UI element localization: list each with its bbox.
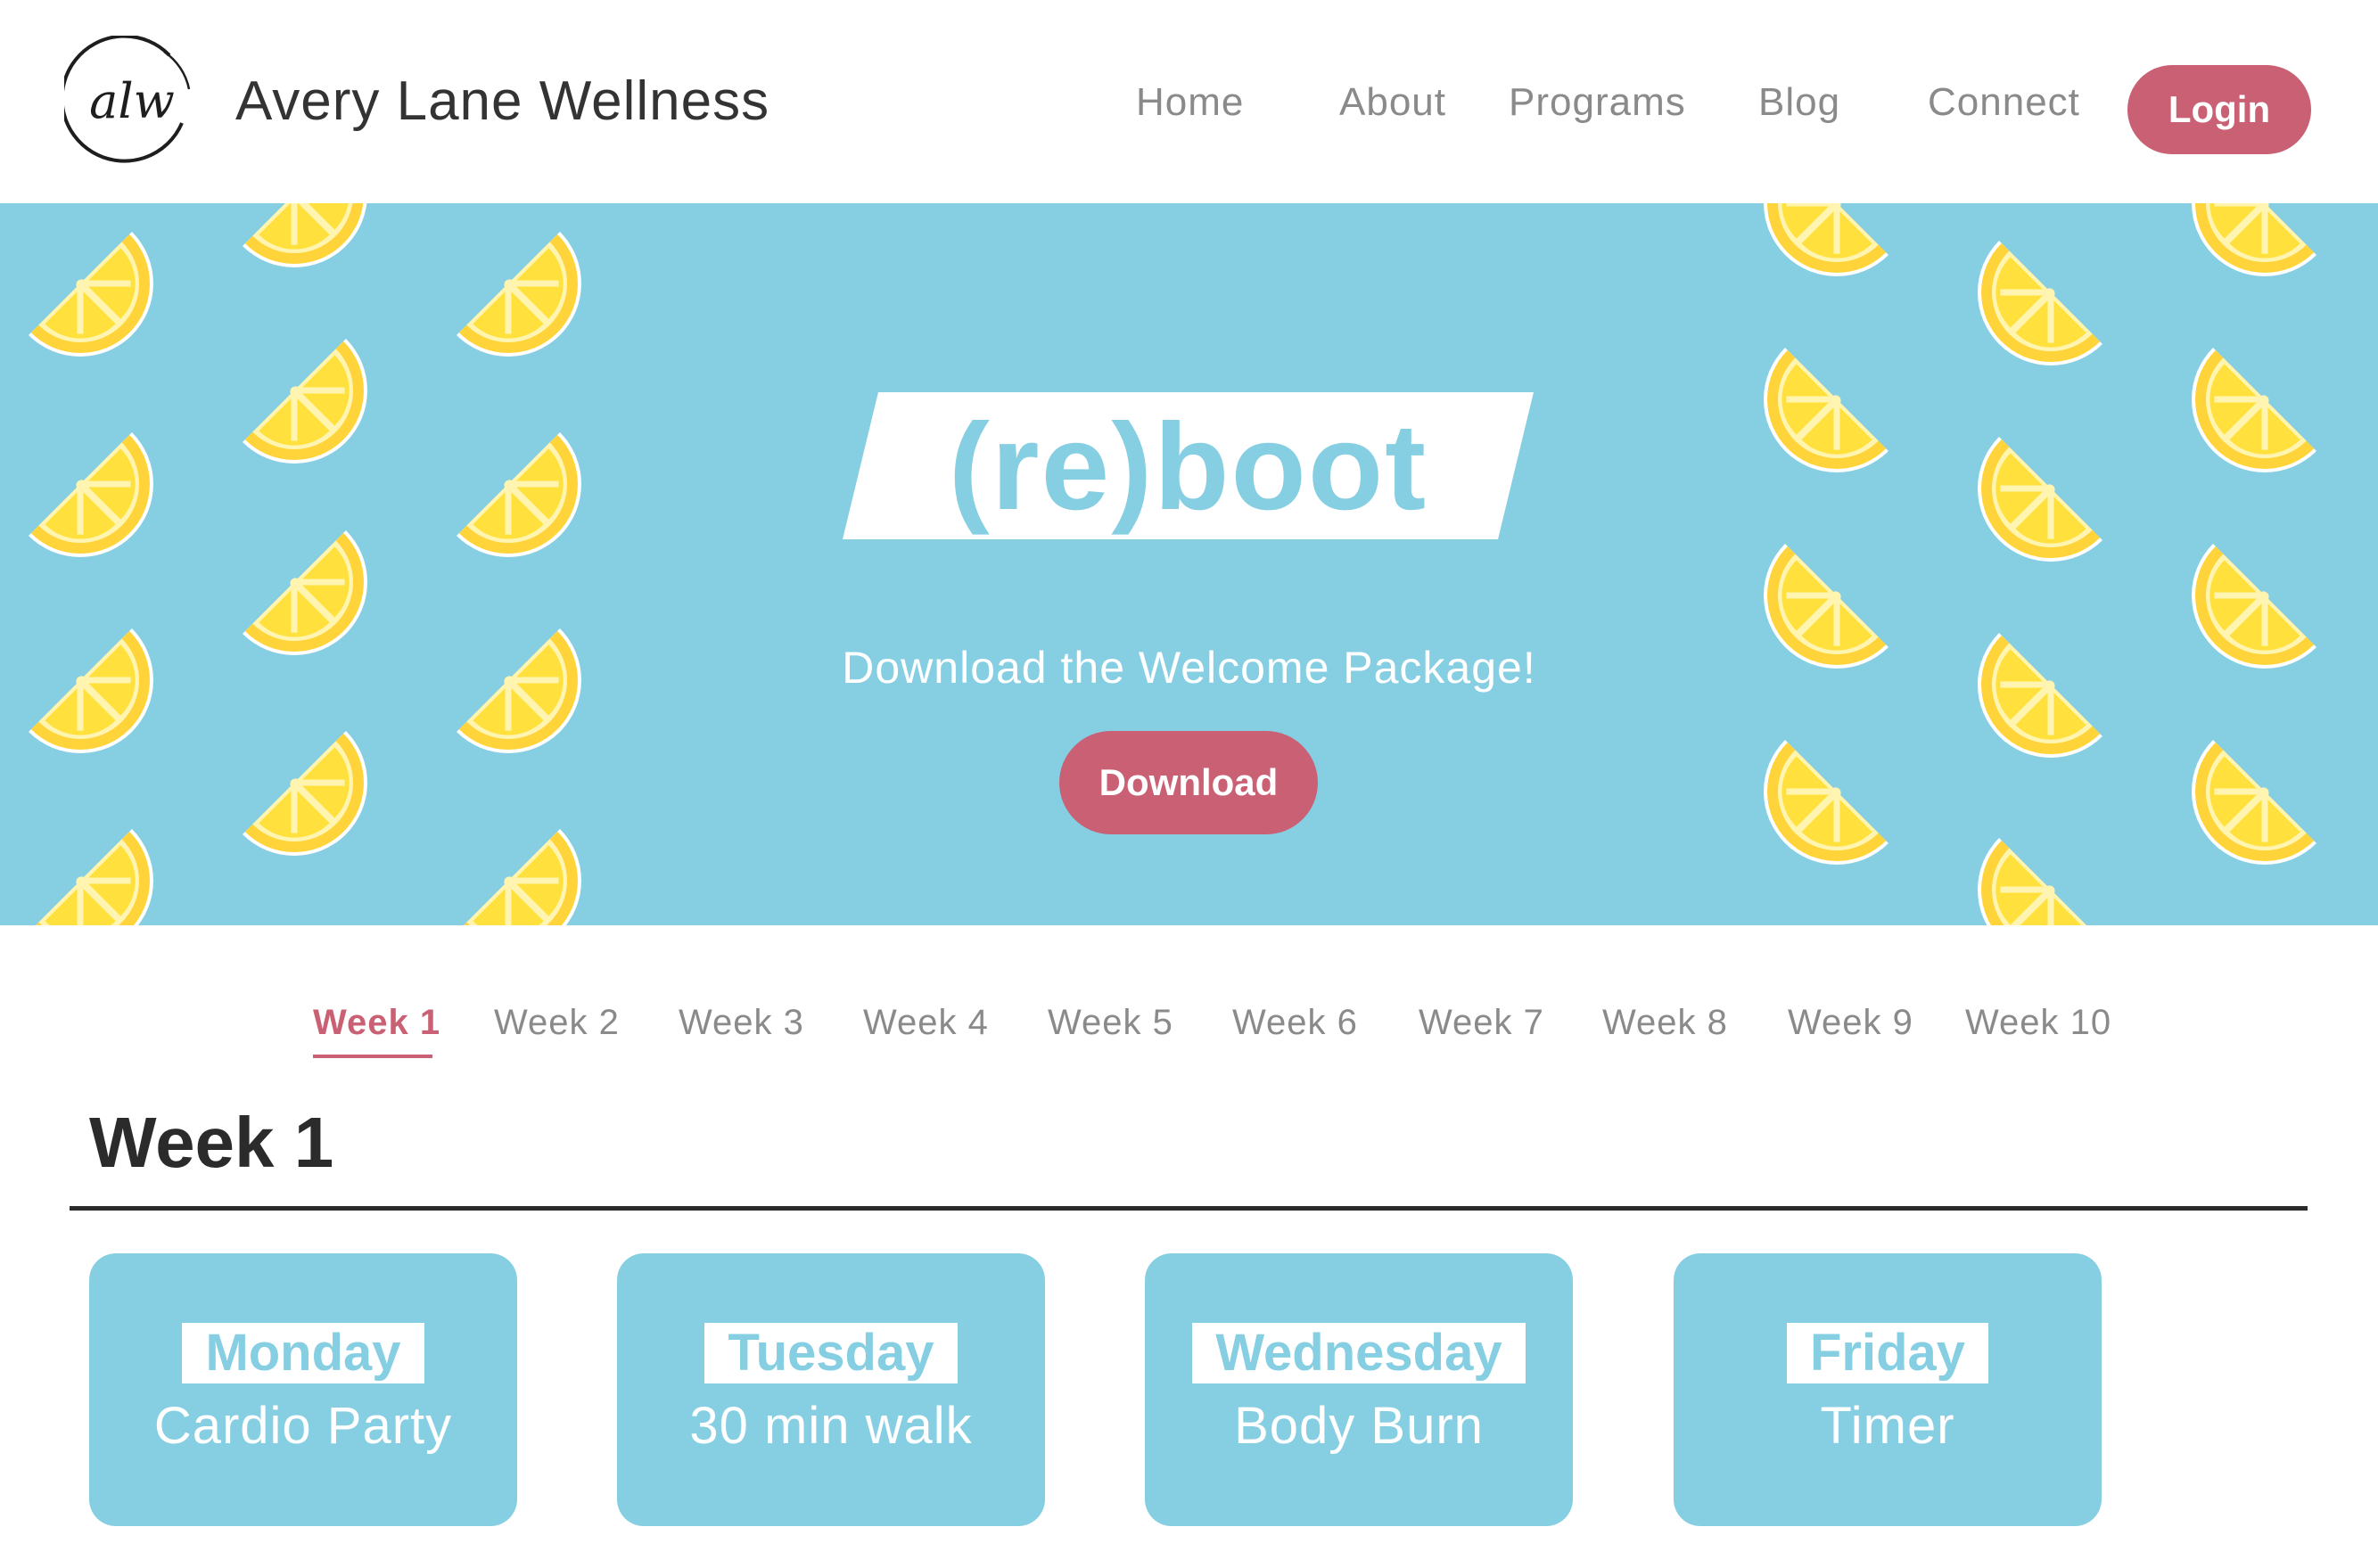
- day-label: Monday: [182, 1323, 424, 1383]
- tab-week-10[interactable]: Week 10: [1965, 1003, 2111, 1043]
- nav-connect[interactable]: Connect: [1928, 80, 2080, 125]
- tab-week-4[interactable]: Week 4: [863, 1003, 989, 1043]
- tab-week-3[interactable]: Week 3: [679, 1003, 804, 1043]
- lemon-slice-icon: [1733, 737, 1891, 895]
- lemon-slice-icon: [1947, 434, 2105, 592]
- nav-about[interactable]: About: [1339, 80, 1446, 125]
- tab-week-1[interactable]: Week 1: [313, 1003, 440, 1043]
- tab-week-7[interactable]: Week 7: [1419, 1003, 1544, 1043]
- nav-home[interactable]: Home: [1136, 80, 1244, 125]
- day-card-monday[interactable]: Monday Cardio Party: [89, 1253, 517, 1526]
- day-label: Wednesday: [1192, 1323, 1526, 1383]
- login-button[interactable]: Login: [2127, 65, 2311, 154]
- day-label: Tuesday: [704, 1323, 958, 1383]
- site-header: alw Avery Lane Wellness Home About Progr…: [0, 0, 2378, 203]
- lemon-slice-icon: [1733, 203, 1891, 307]
- hero-banner: (re)boot Download the Welcome Package! D…: [0, 203, 2378, 925]
- lemon-slice-icon: [2161, 345, 2319, 503]
- day-label: Friday: [1786, 1323, 1989, 1383]
- day-workout: 30 min walk: [689, 1397, 973, 1455]
- lemon-slice-icon: [2161, 203, 2319, 307]
- lemon-slice-icon: [1733, 345, 1891, 503]
- lemon-slice-icon: [454, 430, 612, 587]
- hero-subtitle: Download the Welcome Package!: [842, 643, 1536, 693]
- lemon-slice-icon: [240, 203, 398, 298]
- lemon-slice-icon: [26, 229, 184, 387]
- lemon-slice-icon: [1947, 238, 2105, 396]
- download-button[interactable]: Download: [1059, 731, 1318, 834]
- tab-week-9[interactable]: Week 9: [1788, 1003, 1913, 1043]
- section-divider: [70, 1206, 2308, 1211]
- nav-programs[interactable]: Programs: [1509, 80, 1686, 125]
- tab-week-8[interactable]: Week 8: [1602, 1003, 1728, 1043]
- active-tab-indicator: [313, 1055, 432, 1058]
- tab-week-2[interactable]: Week 2: [494, 1003, 620, 1043]
- lemon-slice-icon: [26, 430, 184, 587]
- hero-title: (re)boot: [948, 398, 1428, 536]
- day-workout: Timer: [1820, 1397, 1955, 1455]
- day-card-friday[interactable]: Friday Timer: [1674, 1253, 2102, 1526]
- tab-week-5[interactable]: Week 5: [1048, 1003, 1173, 1043]
- lemon-slice-icon: [26, 826, 184, 925]
- tab-week-6[interactable]: Week 6: [1232, 1003, 1358, 1043]
- lemon-slice-icon: [240, 728, 398, 886]
- svg-text:alw: alw: [89, 73, 175, 129]
- logo-icon[interactable]: alw: [64, 36, 200, 168]
- lemon-slice-icon: [454, 826, 612, 925]
- brand-name[interactable]: Avery Lane Wellness: [235, 70, 769, 133]
- day-workout: Body Burn: [1234, 1397, 1484, 1455]
- lemon-slice-icon: [240, 336, 398, 494]
- day-card-tuesday[interactable]: Tuesday 30 min walk: [617, 1253, 1045, 1526]
- lemon-slice-icon: [454, 229, 612, 387]
- nav-blog[interactable]: Blog: [1758, 80, 1840, 125]
- lemon-slice-icon: [2161, 737, 2319, 895]
- lemon-slice-icon: [1947, 835, 2105, 925]
- day-workout: Cardio Party: [153, 1397, 453, 1455]
- day-card-wednesday[interactable]: Wednesday Body Burn: [1145, 1253, 1573, 1526]
- week-heading: Week 1: [89, 1103, 334, 1182]
